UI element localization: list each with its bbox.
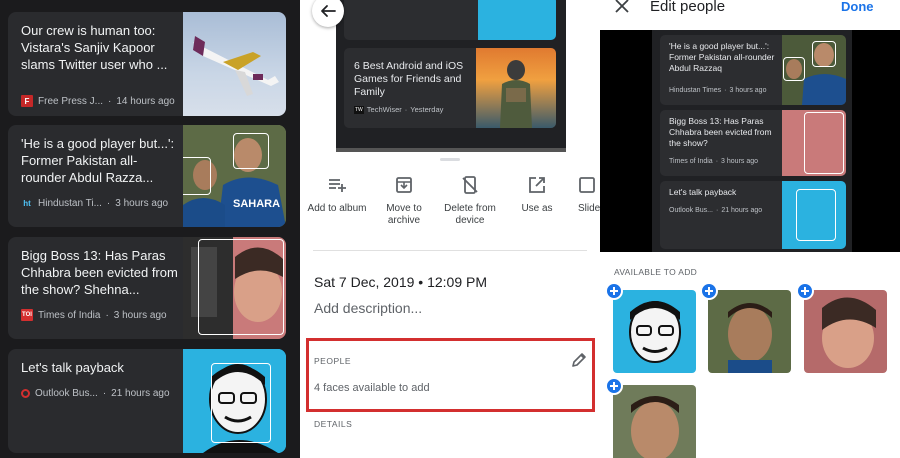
airplane-thumbnail: [183, 12, 286, 116]
add-face-button[interactable]: [605, 377, 623, 395]
face-detection-box: [783, 57, 805, 81]
people-section-highlight: [306, 338, 595, 412]
news-card[interactable]: Our crew is human too: Vistara's Sanjiv …: [8, 12, 286, 116]
open-external-icon: [529, 177, 545, 193]
done-button[interactable]: Done: [841, 0, 874, 14]
slideshow-button[interactable]: Slide: [578, 175, 600, 215]
crying-woman-thumbnail: [782, 110, 846, 176]
face-tile[interactable]: [613, 290, 696, 373]
photo-date-time: Sat 7 Dec, 2019 • 12:09 PM: [314, 274, 488, 290]
plus-icon: [610, 287, 618, 295]
source-logo: F: [21, 95, 33, 107]
face-tile[interactable]: [804, 290, 887, 373]
add-face-button[interactable]: [796, 282, 814, 300]
news-card-title: Bigg Boss 13: Has Paras Chhabra been evi…: [21, 248, 178, 297]
delete-from-device-icon: [462, 176, 478, 194]
news-card-source: TOI Times of India · 3 hours ago: [21, 309, 167, 321]
man-portrait-thumbnail: [478, 0, 556, 40]
source-logo: [21, 389, 30, 398]
close-icon: [615, 0, 629, 13]
preview-card: Bigg Boss 13: Has Paras Chhabra been evi…: [660, 110, 846, 176]
face-detection-box: [211, 363, 271, 443]
add-face-button[interactable]: [700, 282, 718, 300]
news-card[interactable]: 'He is a good player but...': Former Pak…: [8, 125, 286, 227]
face-detection-box: [233, 133, 269, 169]
svg-text:SAHARA: SAHARA: [233, 198, 280, 210]
source-logo: ht: [23, 198, 31, 208]
news-card[interactable]: Let's talk payback Outlook Bus... · 21 h…: [8, 349, 286, 453]
photo-preview: 'He is a good player but...': Former Pak…: [600, 30, 900, 252]
move-to-archive-button[interactable]: Move to archive: [376, 175, 432, 227]
arrow-back-icon: [321, 5, 336, 17]
preview-card-top: [344, 0, 556, 40]
news-card-source: ht Hindustan Ti... · 3 hours ago: [21, 197, 168, 209]
add-face-button[interactable]: [605, 282, 623, 300]
delete-from-device-button[interactable]: Delete from device: [438, 175, 502, 227]
news-card-title: Let's talk payback: [21, 360, 124, 375]
man-portrait-thumbnail: [183, 349, 286, 453]
photo-preview[interactable]: 6 Best Android and iOS Games for Friends…: [336, 0, 566, 152]
preview-card: 'He is a good player but...': Former Pak…: [660, 35, 846, 105]
archive-icon: [396, 177, 412, 193]
news-feed-panel: Our crew is human too: Vistara's Sanjiv …: [0, 0, 300, 458]
edit-people-panel: Edit people Done 'He is a good player bu…: [600, 0, 900, 458]
drag-handle[interactable]: [440, 158, 460, 161]
source-logo: TOI: [21, 309, 33, 321]
face-detection-box: [804, 112, 844, 174]
news-card-title: Our crew is human too: Vistara's Sanjiv …: [21, 23, 168, 72]
available-to-add-label: AVAILABLE TO ADD: [614, 267, 698, 277]
slideshow-icon: [579, 177, 595, 193]
face-tile[interactable]: [613, 385, 696, 458]
preview-card-title: 6 Best Android and iOS Games for Friends…: [354, 60, 464, 98]
face-detection-box: [796, 189, 836, 241]
add-to-album-button[interactable]: Add to album: [304, 175, 370, 215]
news-card-title: 'He is a good player but...': Former Pak…: [21, 136, 175, 185]
edit-people-title: Edit people: [650, 0, 726, 15]
add-description-field[interactable]: Add description...: [314, 300, 422, 316]
close-button[interactable]: [614, 0, 632, 16]
face-tile[interactable]: [708, 290, 791, 373]
crying-woman-thumbnail: [183, 237, 286, 339]
face-detection-box: [812, 41, 836, 67]
face-detection-box: [198, 239, 284, 335]
preview-card: 6 Best Android and iOS Games for Friends…: [344, 48, 556, 128]
plus-icon: [610, 382, 618, 390]
cricketers-thumbnail: [782, 35, 846, 105]
news-card-source: Outlook Bus... · 21 hours ago: [21, 388, 170, 399]
game-thumbnail: [476, 48, 556, 128]
plus-icon: [705, 287, 713, 295]
preview-card: Let's talk payback Outlook Bus... · 21 h…: [660, 181, 846, 249]
man-portrait-thumbnail: [782, 181, 846, 249]
divider: [313, 250, 587, 251]
add-to-album-icon: [329, 179, 346, 192]
news-card-source: F Free Press J... · 14 hours ago: [21, 95, 175, 107]
plus-icon: [801, 287, 809, 295]
face-detection-box: [183, 157, 211, 195]
cricketers-thumbnail: SAHARA: [183, 125, 286, 227]
details-section-label: DETAILS: [314, 419, 353, 429]
use-as-button[interactable]: Use as: [512, 175, 562, 215]
news-card[interactable]: Bigg Boss 13: Has Paras Chhabra been evi…: [8, 237, 286, 339]
preview-card-source: TW TechWiser · Yesterday: [354, 105, 444, 114]
